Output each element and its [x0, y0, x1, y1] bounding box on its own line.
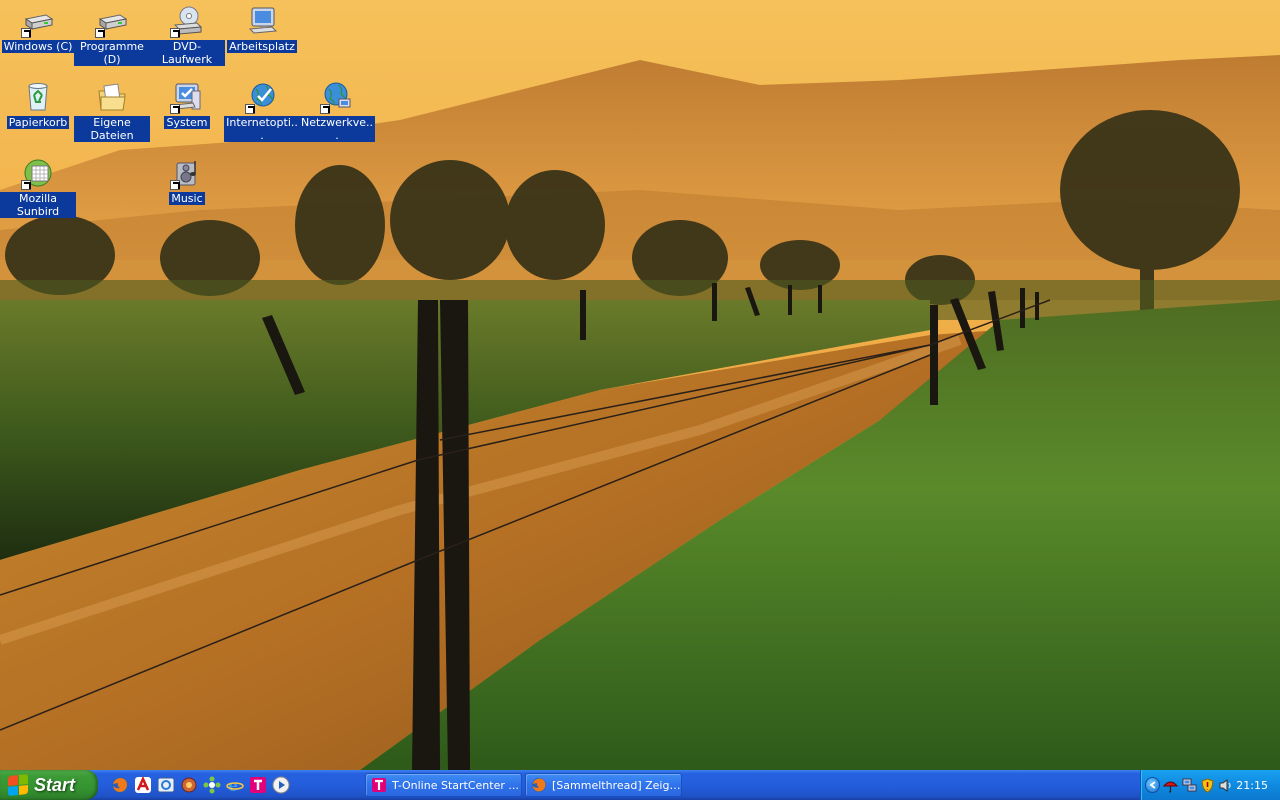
- task-button-t-online[interactable]: T-Online StartCenter ...: [365, 773, 522, 797]
- internet-options-icon: [245, 80, 279, 114]
- desktop-icon-label: DVD-Laufwerk: [149, 40, 225, 66]
- desktop-icon-arbeitsplatz[interactable]: Arbeitsplatz: [224, 4, 300, 53]
- taskbar: Start e T-Online StartCenter ... [Sammel…: [0, 770, 1280, 800]
- media-player-icon[interactable]: [271, 775, 291, 795]
- shortcut-arrow-icon: [21, 28, 31, 38]
- system-icon: [170, 80, 204, 114]
- volume-icon[interactable]: [1218, 777, 1233, 793]
- sunbird-calendar-icon: [21, 156, 55, 190]
- system-tray: 21:15: [1140, 770, 1280, 800]
- music-folder-icon: [170, 156, 204, 190]
- desktop-icon-windows-c[interactable]: Windows (C): [0, 4, 76, 53]
- desktop-icon-internetoptionen[interactable]: Internetopti...: [224, 80, 300, 142]
- desktop-icon-mozilla-sunbird[interactable]: Mozilla Sunbird: [0, 156, 76, 218]
- firefox-icon[interactable]: [110, 775, 130, 795]
- taskbar-window-buttons: T-Online StartCenter ... [Sammelthread] …: [365, 770, 682, 800]
- my-computer-icon: [245, 4, 279, 38]
- shortcut-arrow-icon: [95, 28, 105, 38]
- desktop-icon-eigene-dateien[interactable]: Eigene Dateien: [74, 80, 150, 142]
- antivir-umbrella-icon[interactable]: [1163, 777, 1179, 793]
- shortcut-arrow-icon: [170, 180, 180, 190]
- desktop-icon-label: Mozilla Sunbird: [0, 192, 76, 218]
- shortcut-arrow-icon: [245, 104, 255, 114]
- desktop-icon-label: Papierkorb: [6, 116, 70, 129]
- my-documents-icon: [95, 80, 129, 114]
- start-button[interactable]: Start: [0, 770, 98, 800]
- ie-icon[interactable]: e: [225, 775, 245, 795]
- shield-icon[interactable]: [1200, 777, 1215, 793]
- desktop-icon-label: System: [164, 116, 210, 129]
- antivir-icon[interactable]: [133, 775, 153, 795]
- desktop-icon-label: Music: [169, 192, 205, 205]
- desktop-icon-programme-d[interactable]: Programme (D): [74, 4, 150, 66]
- network-icon[interactable]: [1182, 777, 1197, 793]
- task-button-label: [Sammelthread] Zeigt...: [552, 778, 681, 792]
- hotspot-icon[interactable]: [156, 775, 176, 795]
- t-online-icon[interactable]: [248, 775, 268, 795]
- desktop-icon-label: Arbeitsplatz: [227, 40, 297, 53]
- desktop-icon-label: Windows (C): [1, 40, 75, 53]
- desktop-icon-papierkorb[interactable]: Papierkorb: [0, 80, 76, 129]
- desktop-icon-netzwerkverbindungen[interactable]: Netzwerkve...: [299, 80, 375, 142]
- task-button-sammelthread[interactable]: [Sammelthread] Zeigt...: [525, 773, 682, 797]
- shortcut-arrow-icon: [170, 104, 180, 114]
- start-label: Start: [34, 774, 76, 795]
- gear-flower-icon[interactable]: [202, 775, 222, 795]
- task-button-label: T-Online StartCenter ...: [392, 778, 519, 792]
- desktop-icon-label: Programme (D): [74, 40, 150, 66]
- network-connections-icon: [320, 80, 354, 114]
- desktop-icon-label: Eigene Dateien: [74, 116, 150, 142]
- hard-drive-icon: [21, 4, 55, 38]
- desktop-icon-label: Netzwerkve...: [299, 116, 375, 142]
- show-hidden-icons-chevron-icon[interactable]: [1145, 777, 1161, 793]
- network-tool-icon[interactable]: [179, 775, 199, 795]
- shortcut-arrow-icon: [21, 180, 31, 190]
- t-online-icon: [371, 777, 387, 793]
- desktop-icon-dvd-laufwerk[interactable]: DVD-Laufwerk: [149, 4, 225, 66]
- clock[interactable]: 21:15: [1236, 779, 1268, 792]
- recycle-bin-icon: [21, 80, 55, 114]
- desktop-icon-system[interactable]: System: [149, 80, 225, 129]
- hard-drive-icon: [95, 4, 129, 38]
- desktop-icon-music[interactable]: Music: [149, 156, 225, 205]
- shortcut-arrow-icon: [170, 28, 180, 38]
- firefox-icon: [531, 777, 547, 793]
- desktop-icon-label: Internetopti...: [224, 116, 300, 142]
- svg-text:e: e: [228, 776, 238, 794]
- quick-launch-bar: e: [110, 770, 291, 800]
- dvd-drive-icon: [170, 4, 204, 38]
- windows-logo-icon: [8, 773, 28, 797]
- shortcut-arrow-icon: [320, 104, 330, 114]
